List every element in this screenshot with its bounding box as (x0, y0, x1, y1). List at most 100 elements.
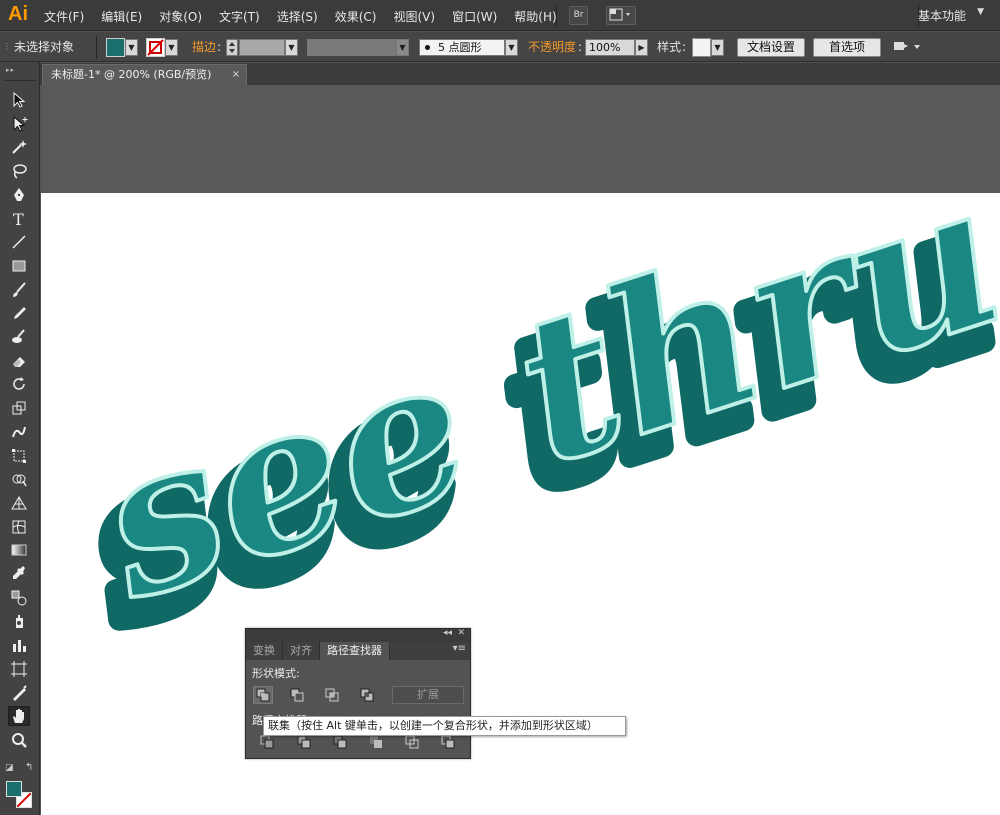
collapse-icon[interactable]: ▸▸ (6, 66, 15, 74)
menu-item[interactable]: 文件(F) (44, 8, 84, 25)
menu-item[interactable]: 帮助(H) (514, 8, 556, 25)
gradient-tool[interactable] (8, 540, 30, 560)
minus-front-button[interactable] (287, 686, 307, 704)
merge-button[interactable] (333, 735, 349, 749)
menu-item[interactable]: 效果(C) (335, 8, 377, 25)
rectangle-tool[interactable] (8, 256, 30, 276)
tab-transform[interactable]: 变换 (246, 642, 283, 660)
pasteboard[interactable] (41, 85, 1000, 193)
warp-icon (12, 426, 26, 438)
column-graph-tool[interactable] (8, 635, 30, 655)
expand-button[interactable]: 扩展 (392, 686, 464, 704)
toolbox: ▸▸ T (0, 62, 40, 815)
slice-tool[interactable] (8, 683, 30, 703)
rotate-tool[interactable] (8, 374, 30, 394)
preferences-button[interactable]: 首选项 (813, 38, 881, 57)
tab-pathfinder[interactable]: 路径查找器 (320, 642, 390, 660)
lasso-tool[interactable] (8, 161, 30, 181)
graphic-style-swatch[interactable] (692, 38, 711, 57)
minus-back-button[interactable] (441, 735, 457, 749)
arrange-icon[interactable] (892, 40, 922, 57)
paintbrush-tool[interactable] (8, 280, 30, 300)
stroke-weight-stepper[interactable] (226, 39, 238, 56)
default-colors-icon[interactable]: ◪ (5, 763, 14, 773)
perspective-grid-tool[interactable] (8, 493, 30, 513)
variable-width-profile[interactable] (307, 39, 396, 56)
pencil-tool[interactable] (8, 303, 30, 323)
eyedropper-icon (13, 566, 25, 579)
warp-tool[interactable] (8, 422, 30, 442)
swap-colors-icon[interactable]: ↰ (25, 762, 33, 773)
unite-button[interactable] (253, 686, 273, 704)
document-tab[interactable]: 未标题-1* @ 200% (RGB/预览) × (42, 64, 247, 85)
trim-button[interactable] (297, 735, 313, 749)
shape-builder-tool[interactable] (8, 469, 30, 489)
separator (4, 80, 36, 81)
stroke-label[interactable]: 描边 (192, 32, 216, 62)
gradient-icon (11, 544, 27, 556)
line-tool[interactable] (8, 232, 30, 252)
close-icon[interactable]: ✕ (457, 628, 465, 638)
mesh-tool[interactable] (8, 517, 30, 537)
hand-tool[interactable] (8, 706, 30, 727)
grip-icon: ⋮ (3, 42, 11, 51)
fill-swatch[interactable] (6, 781, 22, 797)
merge-icon (333, 735, 347, 749)
menu-item[interactable]: 对象(O) (159, 8, 202, 25)
chevron-down-icon[interactable]: ▼ (285, 39, 298, 56)
menu-item[interactable]: 编辑(E) (101, 8, 142, 25)
stroke-weight-field[interactable] (239, 39, 285, 56)
blend-icon (11, 590, 27, 606)
brush-definition[interactable]: 5 点圆形 (419, 39, 505, 56)
type-icon: T (13, 210, 24, 228)
direct-selection-tool[interactable] (8, 114, 30, 134)
type-tool[interactable]: T (8, 209, 30, 229)
exclude-icon (360, 688, 374, 702)
menu-item[interactable]: 选择(S) (277, 8, 318, 25)
artboard-tool[interactable] (8, 659, 30, 679)
panel-titlebar[interactable]: ◂◂ ✕ (246, 628, 470, 642)
arrange-documents-button[interactable] (606, 6, 636, 25)
bridge-button[interactable]: Br (569, 6, 588, 25)
panel-menu-icon[interactable]: ▾≡ (453, 643, 466, 654)
magic-wand-icon (12, 140, 27, 155)
shape-builder-icon (12, 474, 27, 487)
scale-tool[interactable] (8, 398, 30, 418)
outline-button[interactable] (405, 735, 421, 749)
chevron-down-icon[interactable]: ▼ (977, 7, 984, 17)
chevron-down-icon[interactable]: ▼ (165, 39, 178, 56)
collapse-icon[interactable]: ◂◂ (443, 628, 452, 638)
free-transform-tool[interactable] (8, 446, 30, 466)
tab-align[interactable]: 对齐 (283, 642, 320, 660)
menu-item[interactable]: 视图(V) (393, 8, 435, 25)
magic-wand-tool[interactable] (8, 137, 30, 157)
intersect-button[interactable] (322, 686, 342, 704)
column-graph-icon (13, 640, 26, 653)
opacity-label[interactable]: 不透明度 (528, 32, 576, 62)
chevron-down-icon[interactable]: ▼ (505, 39, 518, 56)
menu-item[interactable]: 文字(T) (219, 8, 260, 25)
free-transform-icon (12, 448, 26, 463)
close-icon[interactable]: × (232, 65, 240, 85)
chevron-right-icon[interactable]: ▶ (635, 39, 648, 56)
blend-tool[interactable] (8, 588, 30, 608)
eyedropper-tool[interactable] (8, 564, 30, 584)
chevron-down-icon[interactable]: ▼ (396, 39, 409, 56)
crop-button[interactable] (369, 735, 385, 749)
blob-brush-tool[interactable] (8, 327, 30, 347)
menu-item[interactable]: 窗口(W) (452, 8, 497, 25)
pen-tool[interactable] (8, 185, 30, 205)
symbol-sprayer-tool[interactable] (8, 611, 30, 631)
divide-button[interactable] (260, 735, 276, 749)
eraser-tool[interactable] (8, 351, 30, 371)
workspace-switcher[interactable]: 基本功能 (918, 7, 966, 24)
stroke-color-swatch[interactable] (146, 38, 165, 57)
fill-color-swatch[interactable] (106, 38, 125, 57)
document-setup-button[interactable]: 文档设置 (737, 38, 805, 57)
chevron-down-icon[interactable]: ▼ (125, 39, 138, 56)
opacity-field[interactable]: 100% (585, 39, 635, 56)
exclude-button[interactable] (357, 686, 377, 704)
zoom-tool[interactable] (8, 730, 30, 750)
chevron-down-icon[interactable]: ▼ (711, 39, 724, 56)
selection-tool[interactable] (8, 90, 30, 110)
